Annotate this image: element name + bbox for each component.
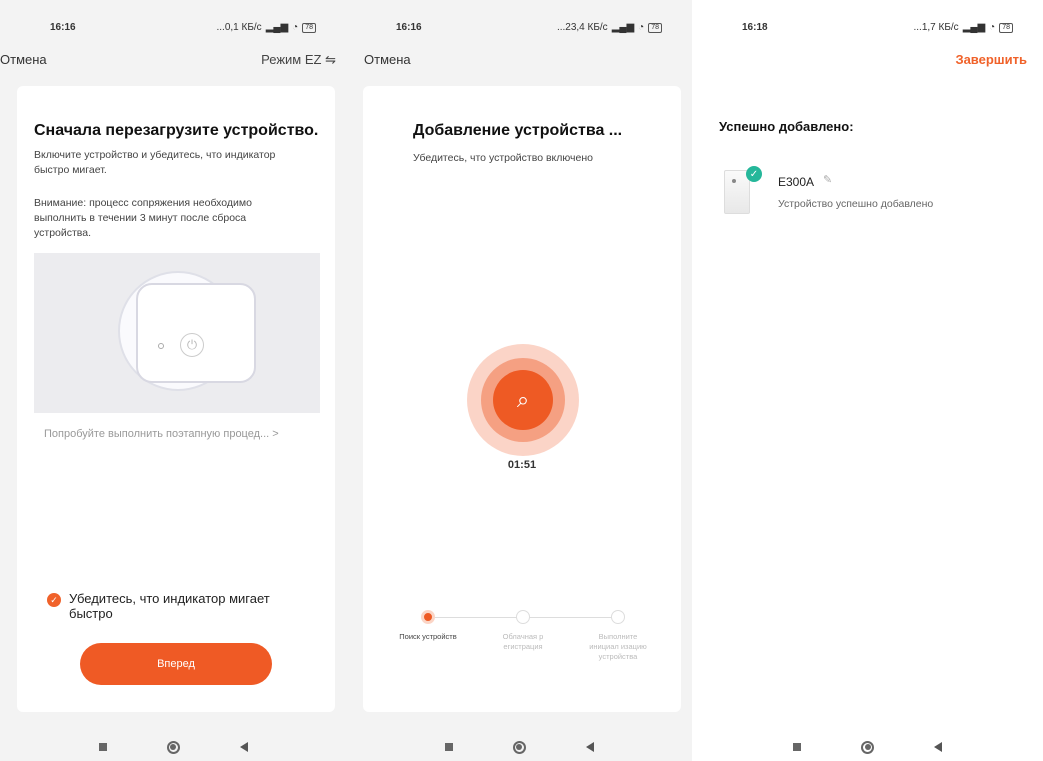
network-speed: ...1,7 КБ/с — [913, 22, 959, 33]
step-by-step-link[interactable]: Попробуйте выполнить поэтапную процед...… — [44, 428, 334, 440]
recent-apps-icon[interactable] — [793, 743, 801, 751]
status-time: 16:16 — [50, 22, 76, 33]
status-bar: 16:18 ...1,7 КБ/с ▂▄▆ ◔ 78 — [692, 0, 1043, 40]
page-title: Добавление устройства ... — [413, 122, 623, 139]
android-nav-bar — [346, 733, 692, 761]
page-title: Сначала перезагрузите устройство. — [34, 122, 319, 139]
instruction-text: Включите устройство и убедитесь, что инд… — [34, 149, 276, 176]
android-nav-bar — [0, 733, 346, 761]
confirm-label: Убедитесь, что индикатор мигает быстро — [69, 591, 270, 621]
home-icon[interactable] — [166, 740, 180, 754]
indicator-icon — [158, 343, 164, 349]
signal-icon: ▂▄▆ — [265, 22, 289, 33]
adding-card: Добавление устройства ... Убедитесь, что… — [363, 86, 681, 712]
status-indicators: ...0,1 КБ/с ▂▄▆ ◔ 78 — [216, 22, 316, 33]
recent-apps-icon[interactable] — [444, 743, 453, 751]
instruction-text: Убедитесь, что устройство включено — [413, 152, 593, 164]
screen-adding-device: 16:16 ...23,4 КБ/с ▂▄▆ ◔ 78 Отмена Добав… — [346, 0, 692, 761]
step-indicator-search — [421, 610, 435, 624]
device-name[interactable]: E300A — [778, 175, 814, 189]
reset-card: Сначала перезагрузите устройство. Включи… — [17, 86, 335, 712]
confirm-checkbox[interactable]: ✓ Убедитесь, что индикатор мигает быстро — [47, 591, 307, 621]
top-bar: Отмена — [346, 52, 692, 72]
signal-icon: ▂▄▆ — [611, 22, 635, 33]
edit-pencil-icon[interactable]: ✎ — [823, 173, 832, 186]
screen-reset-device: 16:16 ...0,1 КБ/с ▂▄▆ ◔ 78 Отмена Режим … — [0, 0, 346, 761]
back-icon[interactable] — [934, 742, 942, 752]
battery-icon: 78 — [302, 22, 316, 33]
wifi-icon: ◔ — [292, 22, 299, 33]
android-nav-bar — [692, 733, 1043, 761]
wifi-icon: ◔ — [989, 22, 996, 33]
page-title: Успешно добавлено: — [719, 119, 854, 134]
finish-button[interactable]: Завершить — [955, 52, 1027, 67]
home-icon[interactable] — [861, 740, 874, 754]
cancel-button[interactable]: Отмена — [0, 52, 47, 67]
countdown-timer: 01:51 — [507, 459, 537, 471]
status-bar: 16:16 ...23,4 КБ/с ▂▄▆ ◔ 78 — [346, 0, 692, 40]
home-icon[interactable] — [512, 740, 526, 754]
recent-apps-icon[interactable] — [98, 743, 107, 751]
status-indicators: ...1,7 КБ/с ▂▄▆ ◔ 78 — [913, 22, 1013, 33]
status-bar: 16:16 ...0,1 КБ/с ▂▄▆ ◔ 78 — [0, 0, 346, 40]
step-label-init: Выполните инициал изацию устройства — [589, 632, 647, 661]
cancel-button[interactable]: Отмена — [364, 52, 411, 67]
battery-icon: 78 — [999, 22, 1013, 33]
zoom-circle: ⏻ — [118, 271, 256, 391]
status-time: 16:18 — [742, 22, 768, 33]
signal-icon: ▂▄▆ — [962, 22, 986, 33]
swap-arrows-icon: ⇋ — [325, 52, 336, 67]
network-speed: ...0,1 КБ/с — [216, 22, 262, 33]
screen-added-success: 16:18 ...1,7 КБ/с ▂▄▆ ◔ 78 Завершить Усп… — [692, 0, 1043, 761]
mode-label: Режим EZ — [261, 52, 322, 67]
success-check-icon: ✓ — [746, 166, 762, 182]
back-icon[interactable] — [239, 742, 248, 752]
device-status: Устройство успешно добавлено — [778, 198, 934, 210]
step-label-search: Поиск устройств — [399, 632, 457, 641]
status-indicators: ...23,4 КБ/с ▂▄▆ ◔ 78 — [557, 22, 662, 33]
next-button[interactable]: Вперед — [80, 643, 272, 685]
status-time: 16:16 — [396, 22, 422, 33]
search-animation: ⌕ — [467, 344, 579, 456]
warning-text: Внимание: процесс сопряжения необходимо … — [34, 197, 252, 239]
ez-mode-button[interactable]: Режим EZ ⇋ — [261, 52, 336, 68]
power-icon: ⏻ — [180, 333, 204, 357]
step-indicator-cloud — [516, 610, 530, 624]
battery-icon: 78 — [648, 22, 662, 33]
check-icon: ✓ — [47, 593, 61, 607]
device-illustration: ⏻ — [34, 253, 320, 413]
wifi-icon: ◔ — [638, 22, 645, 33]
search-icon: ⌕ — [493, 370, 553, 430]
top-bar: Завершить — [692, 52, 1043, 72]
back-icon[interactable] — [585, 742, 594, 752]
network-speed: ...23,4 КБ/с — [556, 22, 608, 33]
top-bar: Отмена Режим EZ ⇋ — [0, 52, 346, 72]
step-indicator-init — [611, 610, 625, 624]
step-label-cloud: Облачная р егистрация — [502, 632, 544, 651]
